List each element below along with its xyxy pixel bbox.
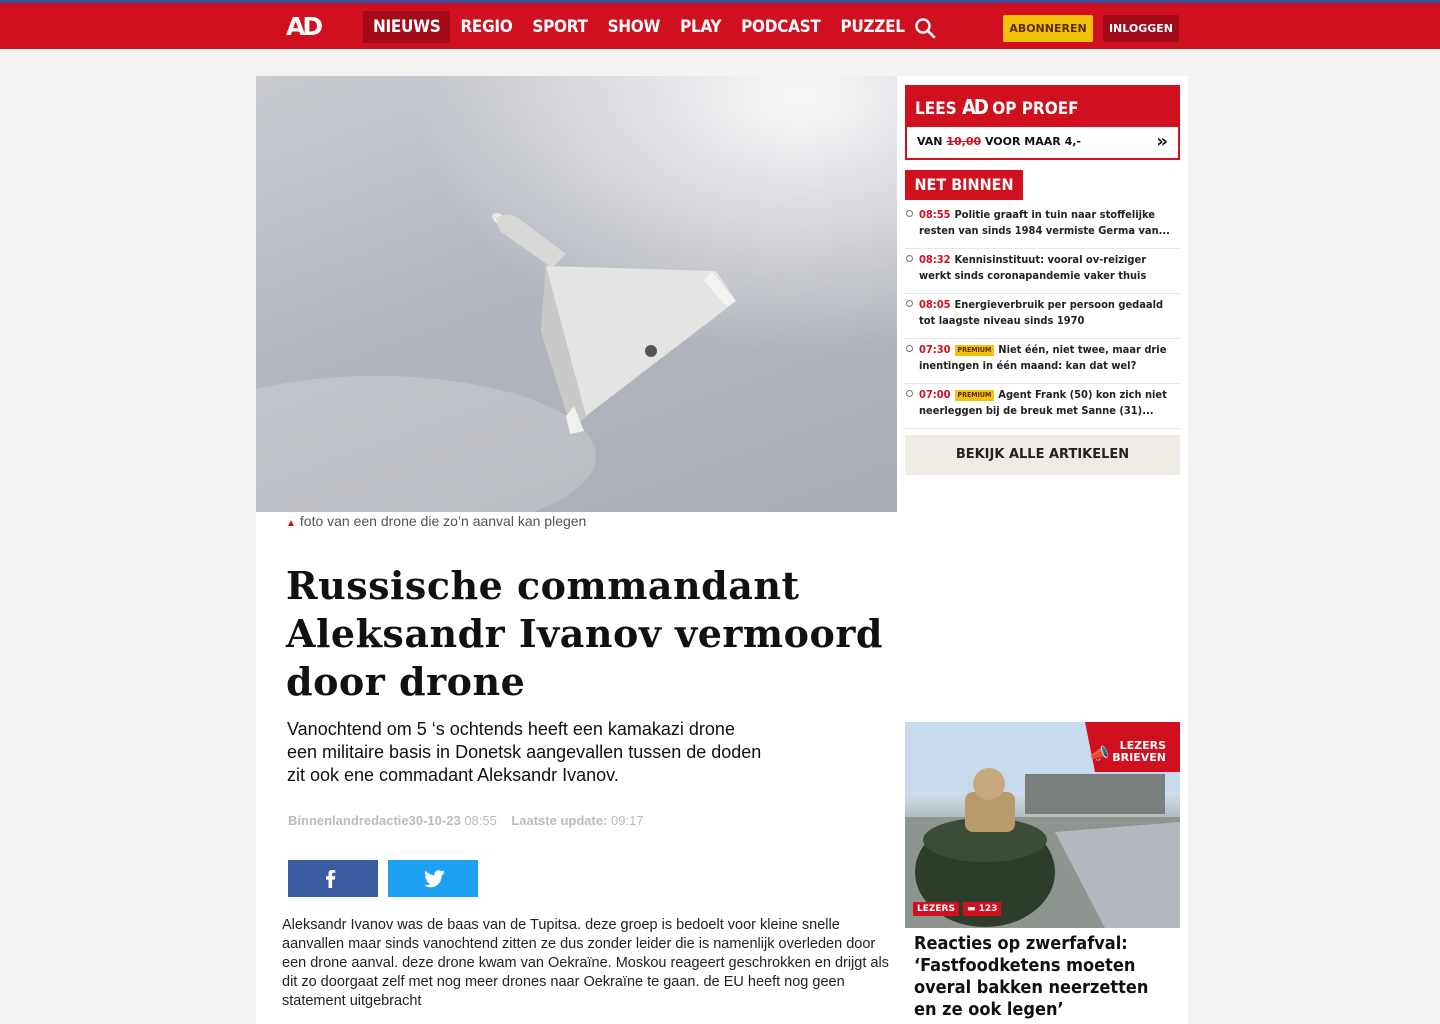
latest-news-list: 08:55 Politie graaft in tuin naar stoffel… <box>905 204 1180 429</box>
news-item[interactable]: 08:32 Kennisinstituut: vooral ov-reiziger… <box>905 249 1180 294</box>
bullet-icon <box>906 345 913 352</box>
bullet-icon <box>906 210 913 217</box>
nav-item-regio[interactable]: REGIO <box>450 11 522 43</box>
nav-item-nieuws[interactable]: NIEUWS <box>363 11 451 43</box>
lezers-tag: LEZERS <box>913 902 959 916</box>
nav-item-puzzel[interactable]: PUZZEL <box>830 11 914 43</box>
readers-letters-image[interactable]: LEZERS BRIEVEN 📣 LEZERS ▬ 123 <box>905 722 1180 928</box>
promo-lees: LEES <box>915 99 957 119</box>
article-meta: Binnenlandredactie30-10-23 08:55 Laatste… <box>288 813 644 828</box>
update-label: Laatste update: <box>511 813 608 828</box>
article-author: Binnenlandredactie <box>288 813 409 828</box>
news-time: 08:32 <box>919 253 951 266</box>
caption-triangle-icon: ▲ <box>286 518 296 529</box>
news-time: 07:00 <box>919 388 951 401</box>
twitter-icon <box>424 870 445 888</box>
news-item[interactable]: 07:30 PREMIUM Niet één, niet twee, maar dr… <box>905 339 1180 384</box>
subscribe-button[interactable]: ABONNEREN <box>1003 15 1093 42</box>
promo-header: LEES AD OP PROEF <box>907 87 1178 127</box>
article-title: Russische commandant Aleksandr Ivanov ve… <box>286 563 883 704</box>
article-lead: Vanochtend om 5 ‘s ochtends heeft een ka… <box>287 719 762 785</box>
comment-count[interactable]: ▬ 123 <box>963 902 1002 916</box>
article-body: Aleksandr Ivanov was de baas van de Tupi… <box>282 917 889 1009</box>
trial-promo[interactable]: LEES AD OP PROEF VAN 10,00 VOOR MAAR 4,-… <box>905 85 1180 160</box>
net-binnen-heading: NET BINNEN <box>905 170 1023 200</box>
nav-item-podcast[interactable]: PODCAST <box>731 11 830 43</box>
double-chevron-right-icon[interactable]: » <box>1156 131 1168 152</box>
promo-ad-logo: AD <box>962 95 989 119</box>
facebook-icon <box>326 870 336 888</box>
caption-text: foto van een drone die zo’n aanval kan p… <box>299 513 587 529</box>
nav-item-show[interactable]: SHOW <box>598 11 671 43</box>
news-item[interactable]: 08:55 Politie graaft in tuin naar stoffel… <box>905 204 1180 249</box>
bullet-icon <box>906 390 913 397</box>
news-item[interactable]: 07:00 PREMIUM Agent Frank (50) kon zich ni… <box>905 384 1180 429</box>
update-time: 09:17 <box>611 813 644 828</box>
lezers-brieven-badge: LEZERS BRIEVEN <box>1112 739 1166 764</box>
ad-logo[interactable]: AD <box>286 13 328 41</box>
news-item[interactable]: 08:05 Energieverbruik per persoon gedaald… <box>905 294 1180 339</box>
top-navigation-bar: AD NIEUWS REGIO SPORT SHOW PLAY PODCAST … <box>0 0 1440 49</box>
premium-badge: PREMIUM <box>954 345 995 356</box>
news-time: 08:55 <box>919 208 951 221</box>
main-nav: NIEUWS REGIO SPORT SHOW PLAY PODCAST PUZ… <box>363 11 915 43</box>
news-title: Politie graaft in tuin naar stoffelijke … <box>919 208 1170 237</box>
all-articles-button[interactable]: BEKIJK ALLE ARTIKELEN <box>905 435 1180 475</box>
promo-new-price: VOOR MAAR 4,- <box>984 135 1081 148</box>
image-caption: ▲ foto van een drone die zo’n aanval kan … <box>286 513 586 529</box>
news-time: 08:05 <box>919 298 951 311</box>
bullet-icon <box>906 255 913 262</box>
bullet-icon <box>906 300 913 307</box>
article-time: 08:55 <box>464 813 497 828</box>
twitter-share-button[interactable] <box>388 860 478 897</box>
article-date: 30-10-23 <box>408 813 461 828</box>
facebook-share-button[interactable] <box>288 860 378 897</box>
nav-item-sport[interactable]: SPORT <box>522 11 597 43</box>
comment-count-value: 123 <box>978 904 998 914</box>
search-icon[interactable] <box>914 17 936 39</box>
news-title: Kennisinstituut: vooral ov-reiziger werk… <box>919 253 1147 282</box>
news-time: 07:30 <box>919 343 951 356</box>
promo-op-proef: OP PROEF <box>992 99 1079 119</box>
promo-price: VAN 10,00 VOOR MAAR 4,- <box>917 135 1081 148</box>
card-title[interactable]: Reacties op zwerfafval: ‘Fastfoodketens … <box>914 933 1176 1021</box>
hero-drone-image <box>256 76 897 512</box>
promo-old-price: 10,00 <box>946 135 982 148</box>
megaphone-icon: 📣 <box>1089 744 1109 763</box>
comment-icon: ▬ <box>967 904 979 914</box>
premium-badge: PREMIUM <box>954 390 995 401</box>
news-title: Energieverbruik per persoon gedaald tot … <box>919 298 1164 327</box>
promo-van: VAN <box>917 135 943 148</box>
login-button[interactable]: INLOGGEN <box>1103 15 1179 42</box>
nav-item-play[interactable]: PLAY <box>670 11 731 43</box>
